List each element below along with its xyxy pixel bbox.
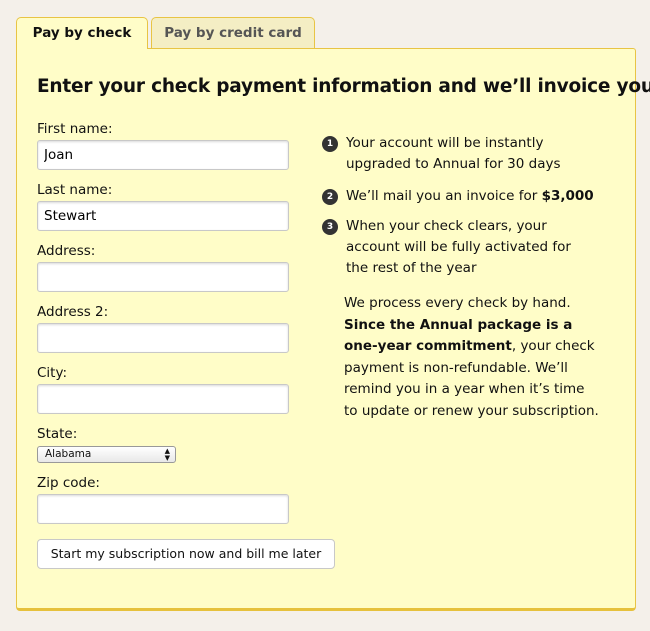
step-text: Your account will be instantly upgraded … [346, 135, 561, 172]
last-name-input[interactable] [37, 201, 289, 231]
first-name-input[interactable] [37, 140, 289, 170]
note-text: We process every check by hand. [344, 295, 571, 311]
zip-label: Zip code: [37, 475, 100, 491]
step-number-icon: 1 [322, 136, 338, 152]
address-input[interactable] [37, 262, 289, 292]
zip-input[interactable] [37, 494, 289, 524]
step-number-icon: 3 [322, 219, 338, 235]
refund-note: We process every check by hand. Since th… [344, 293, 599, 422]
step-3: 3 When your check clears, your account wi… [322, 216, 584, 279]
page-title: Enter your check payment information and… [37, 76, 650, 97]
address2-label: Address 2: [37, 304, 109, 320]
tab-pay-by-credit-card[interactable]: Pay by credit card [151, 17, 315, 48]
tab-pay-by-check[interactable]: Pay by check [16, 17, 148, 49]
state-value: Alabama [45, 448, 92, 460]
address-label: Address: [37, 243, 96, 259]
step-text: We’ll mail you an invoice for [346, 188, 542, 204]
select-arrows-icon: ▲ ▼ [164, 447, 170, 462]
invoice-amount: $3,000 [541, 188, 594, 204]
step-number-icon: 2 [322, 189, 338, 205]
state-label: State: [37, 426, 78, 442]
city-label: City: [37, 365, 68, 381]
submit-button[interactable]: Start my subscription now and bill me la… [37, 539, 335, 569]
state-select[interactable]: Alabama ▲ ▼ [37, 446, 176, 463]
step-2: 2 We’ll mail you an invoice for $3,000 [322, 186, 602, 207]
city-input[interactable] [37, 384, 289, 414]
last-name-label: Last name: [37, 182, 113, 198]
first-name-label: First name: [37, 121, 113, 137]
address2-input[interactable] [37, 323, 289, 353]
step-text: When your check clears, your account wil… [346, 218, 571, 276]
step-1: 1 Your account will be instantly upgraded… [322, 133, 562, 175]
